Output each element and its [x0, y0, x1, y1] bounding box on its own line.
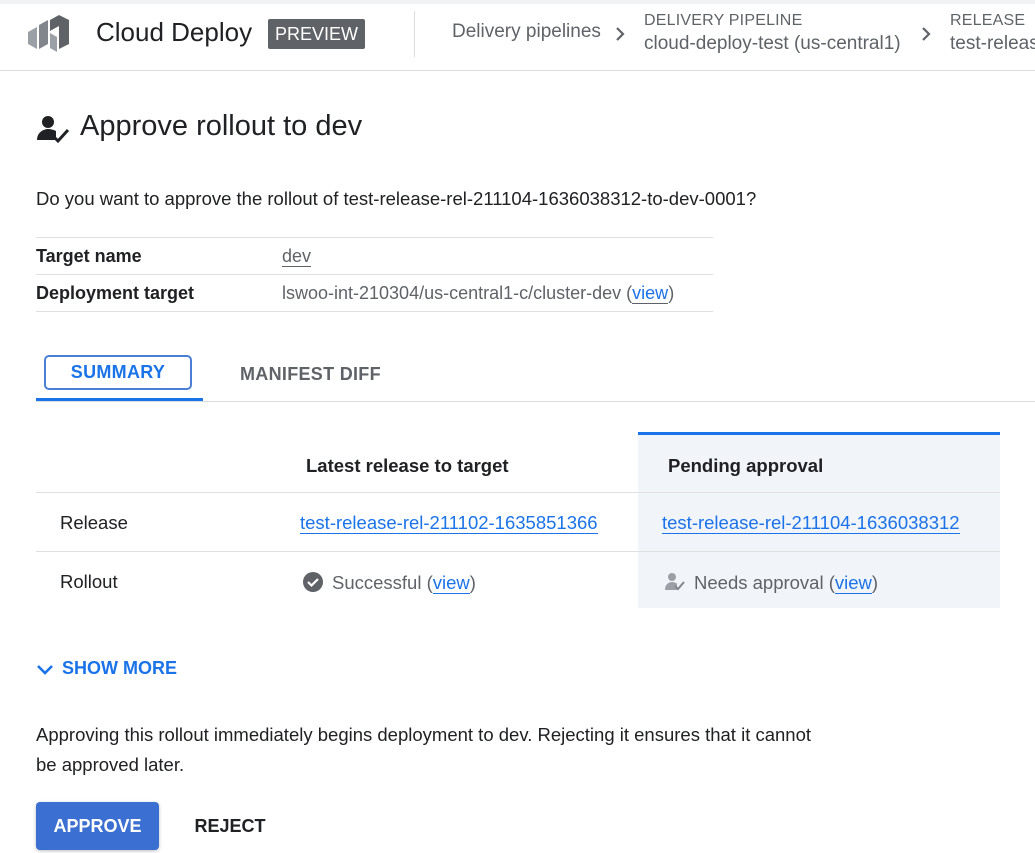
rollout-pending-view-link[interactable]: view [834, 572, 872, 594]
target-name-row: Target name dev [36, 238, 713, 275]
view-open-paren: ( [828, 572, 835, 593]
cloud-deploy-logo-icon[interactable] [26, 14, 72, 54]
top-shade [0, 0, 1035, 4]
page-title: Approve rollout to dev [80, 110, 363, 142]
release-latest-cell: test-release-rel-211102-1635851366 [300, 512, 598, 534]
check-circle-icon [303, 572, 323, 592]
approve-button[interactable]: APPROVE [36, 802, 159, 850]
breadcrumb-delivery-pipelines[interactable]: Delivery pipelines [452, 21, 601, 43]
pending-column-accent [638, 432, 1000, 435]
view-close-paren: ) [871, 572, 879, 593]
column-header-latest: Latest release to target [306, 455, 509, 476]
show-more-button[interactable]: SHOW MORE [36, 658, 177, 679]
rollout-latest-cell: Successful (view) [302, 571, 476, 594]
chevron-down-icon [37, 665, 53, 675]
preview-badge: PREVIEW [268, 19, 366, 49]
header-divider [414, 11, 415, 57]
breadcrumb-release-value[interactable]: test-releas [950, 31, 1035, 57]
chevron-right-icon [616, 27, 625, 41]
tab-manifest-diff[interactable]: MANIFEST DIFF [240, 364, 381, 385]
view-close-paren: ) [668, 283, 675, 303]
breadcrumb-pipeline-value[interactable]: cloud-deploy-test (us-central1) [644, 31, 901, 57]
release-row-label: Release [60, 512, 128, 533]
rollout-pending-status: Needs approval [694, 572, 824, 593]
breadcrumb-release-caption: RELEASE [950, 12, 1026, 29]
person-check-icon [37, 116, 70, 144]
approval-question: Do you want to approve the rollout of te… [36, 188, 757, 209]
release-pending-cell: test-release-rel-211104-1636038312 [662, 512, 960, 534]
rollout-latest-status: Successful [332, 572, 422, 593]
top-bar: Cloud Deploy PREVIEW Delivery pipelines … [0, 0, 1035, 71]
breadcrumb-pipeline[interactable]: DELIVERY PIPELINE cloud-deploy-test (us-… [644, 11, 901, 57]
reject-button[interactable]: REJECT [180, 802, 280, 850]
breadcrumb-release[interactable]: RELEASE test-releas [950, 11, 1035, 57]
deployment-target-row: Deployment target lswoo-int-210304/us-ce… [36, 275, 713, 312]
view-close-paren: ) [469, 572, 476, 593]
column-header-pending: Pending approval [668, 455, 824, 476]
release-pending-link[interactable]: test-release-rel-211104-1636038312 [662, 512, 960, 534]
table-row-divider [36, 492, 1000, 493]
target-name-label: Target name [36, 246, 142, 266]
tab-active-indicator [36, 398, 203, 401]
rollout-latest-view-link[interactable]: view [432, 572, 470, 594]
table-row-divider [36, 551, 1000, 552]
tabs-divider [36, 401, 1035, 402]
show-more-label: SHOW MORE [62, 658, 177, 678]
target-name-value: dev [282, 246, 312, 267]
rollout-row-label: Rollout [60, 571, 118, 592]
rollout-pending-cell: Needs approval (view) [664, 571, 878, 594]
person-check-icon [665, 573, 685, 591]
breadcrumb-pipeline-caption: DELIVERY PIPELINE [644, 12, 803, 29]
deployment-target-view-link[interactable]: view [632, 283, 669, 304]
release-latest-link[interactable]: test-release-rel-211102-1635851366 [300, 512, 598, 534]
view-open-paren: ( [426, 572, 433, 593]
chevron-right-icon [922, 27, 931, 41]
target-name-link[interactable]: dev [282, 246, 312, 267]
deployment-target-path: lswoo-int-210304/us-central1-c/cluster-d… [282, 283, 622, 303]
approval-note: Approving this rollout immediately begin… [36, 724, 812, 775]
deployment-target-value: lswoo-int-210304/us-central1-c/cluster-d… [282, 283, 674, 304]
tab-summary[interactable]: SUMMARY [44, 355, 192, 390]
deployment-target-label: Deployment target [36, 283, 195, 303]
product-name[interactable]: Cloud Deploy [96, 17, 252, 48]
